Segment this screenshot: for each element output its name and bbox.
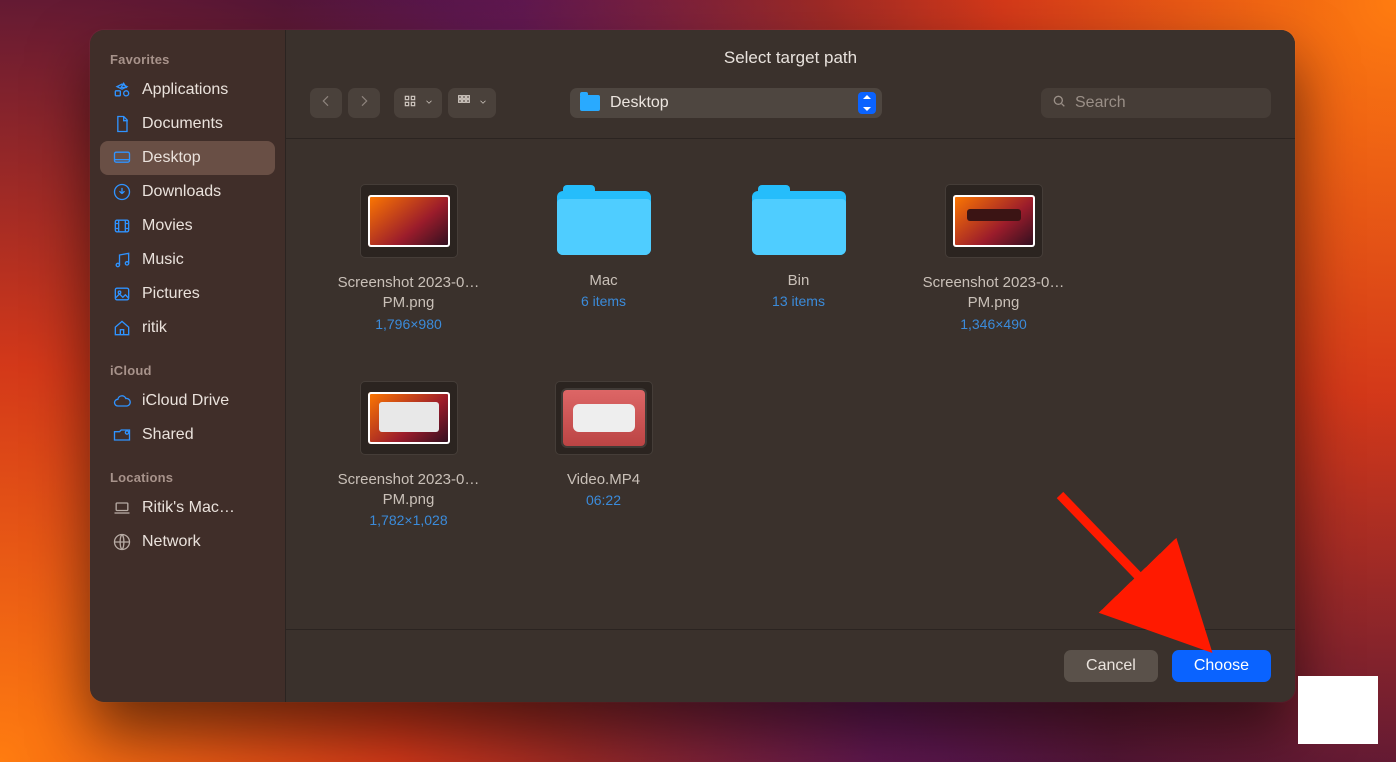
file-picker-dialog: Favorites Applications Documents Desktop… (90, 30, 1295, 702)
forward-button[interactable] (348, 88, 380, 118)
sidebar-item-label: Music (142, 251, 184, 269)
thumbnail (556, 382, 652, 454)
folder-icon (557, 185, 651, 255)
download-icon (112, 182, 132, 202)
home-icon (112, 318, 132, 338)
sidebar-item-label: Network (142, 533, 201, 551)
file-name: Bin (788, 271, 810, 291)
grid-small-icon (456, 93, 472, 114)
dialog-footer: Cancel Choose (286, 629, 1295, 702)
search-input[interactable] (1075, 94, 1261, 112)
thumbnail (361, 382, 457, 454)
file-grid: Screenshot 2023-0…PM.png 1,796×980 Mac 6… (286, 139, 1295, 629)
sidebar-item-ritik[interactable]: ritik (100, 311, 275, 345)
grid-icon (402, 93, 418, 114)
nav-group (310, 88, 380, 118)
file-meta: 1,782×1,028 (369, 512, 447, 528)
sidebar-item-label: Documents (142, 115, 223, 133)
sidebar-item-icloud-drive[interactable]: iCloud Drive (100, 384, 275, 418)
chevron-left-icon (318, 93, 334, 114)
back-button[interactable] (310, 88, 342, 118)
file-item[interactable]: Video.MP4 06:22 (511, 382, 696, 529)
thumbnail (946, 185, 1042, 257)
sidebar-item-label: Desktop (142, 149, 201, 167)
document-icon (112, 114, 132, 134)
sidebar-item-ritiks-mac[interactable]: Ritik's Mac… (100, 491, 275, 525)
chevron-right-icon (356, 93, 372, 114)
sidebar: Favorites Applications Documents Desktop… (90, 30, 285, 702)
sidebar-item-network[interactable]: Network (100, 525, 275, 559)
desktop-icon (112, 148, 132, 168)
sidebar-item-label: Ritik's Mac… (142, 499, 235, 517)
app-grid-icon (112, 80, 132, 100)
music-icon (112, 250, 132, 270)
file-name: Screenshot 2023-0…PM.png (324, 470, 494, 511)
file-meta: 13 items (772, 293, 825, 309)
file-meta: 6 items (581, 293, 626, 309)
sidebar-item-shared[interactable]: Shared (100, 418, 275, 452)
file-item[interactable]: Bin 13 items (706, 185, 891, 332)
choose-button[interactable]: Choose (1172, 650, 1271, 682)
globe-icon (112, 532, 132, 552)
image-icon (112, 284, 132, 304)
file-item[interactable]: Screenshot 2023-0…PM.png 1,346×490 (901, 185, 1086, 332)
search-icon (1051, 93, 1067, 114)
sidebar-heading-locations: Locations (100, 452, 275, 491)
sidebar-item-label: ritik (142, 319, 167, 337)
sidebar-item-label: Shared (142, 426, 194, 444)
sidebar-item-label: Pictures (142, 285, 200, 303)
sidebar-item-documents[interactable]: Documents (100, 107, 275, 141)
cancel-button[interactable]: Cancel (1064, 650, 1158, 682)
main-panel: Select target path (285, 30, 1295, 702)
sidebar-heading-favorites: Favorites (100, 48, 275, 73)
icon-view-button[interactable] (394, 88, 442, 118)
overlay-box (1298, 676, 1378, 744)
dialog-title: Select target path (286, 30, 1295, 74)
chevron-down-icon (424, 94, 434, 112)
location-popup[interactable]: Desktop (570, 88, 882, 118)
file-meta: 06:22 (586, 492, 621, 508)
folder-icon (580, 95, 600, 111)
search-field[interactable] (1041, 88, 1271, 118)
film-icon (112, 216, 132, 236)
sidebar-item-label: Downloads (142, 183, 221, 201)
toolbar: Desktop (286, 74, 1295, 139)
shared-folder-icon (112, 425, 132, 445)
sidebar-item-movies[interactable]: Movies (100, 209, 275, 243)
folder-icon (752, 185, 846, 255)
chevron-down-icon (478, 94, 488, 112)
file-meta: 1,796×980 (375, 316, 442, 332)
sidebar-item-label: iCloud Drive (142, 392, 229, 410)
cloud-icon (112, 391, 132, 411)
sidebar-heading-icloud: iCloud (100, 345, 275, 384)
view-group (394, 88, 496, 118)
sidebar-item-desktop[interactable]: Desktop (100, 141, 275, 175)
file-item[interactable]: Screenshot 2023-0…PM.png 1,782×1,028 (316, 382, 501, 529)
sidebar-item-downloads[interactable]: Downloads (100, 175, 275, 209)
file-item[interactable]: Screenshot 2023-0…PM.png 1,796×980 (316, 185, 501, 332)
laptop-icon (112, 498, 132, 518)
sidebar-item-music[interactable]: Music (100, 243, 275, 277)
file-name: Mac (589, 271, 617, 291)
file-name: Screenshot 2023-0…PM.png (324, 273, 494, 314)
file-name: Screenshot 2023-0…PM.png (909, 273, 1079, 314)
sidebar-item-applications[interactable]: Applications (100, 73, 275, 107)
stepper-icon (858, 92, 876, 114)
sidebar-item-pictures[interactable]: Pictures (100, 277, 275, 311)
file-item[interactable]: Mac 6 items (511, 185, 696, 332)
file-meta: 1,346×490 (960, 316, 1027, 332)
location-label: Desktop (610, 94, 848, 112)
file-name: Video.MP4 (567, 470, 640, 490)
sidebar-item-label: Applications (142, 81, 228, 99)
group-by-button[interactable] (448, 88, 496, 118)
sidebar-item-label: Movies (142, 217, 193, 235)
thumbnail (361, 185, 457, 257)
